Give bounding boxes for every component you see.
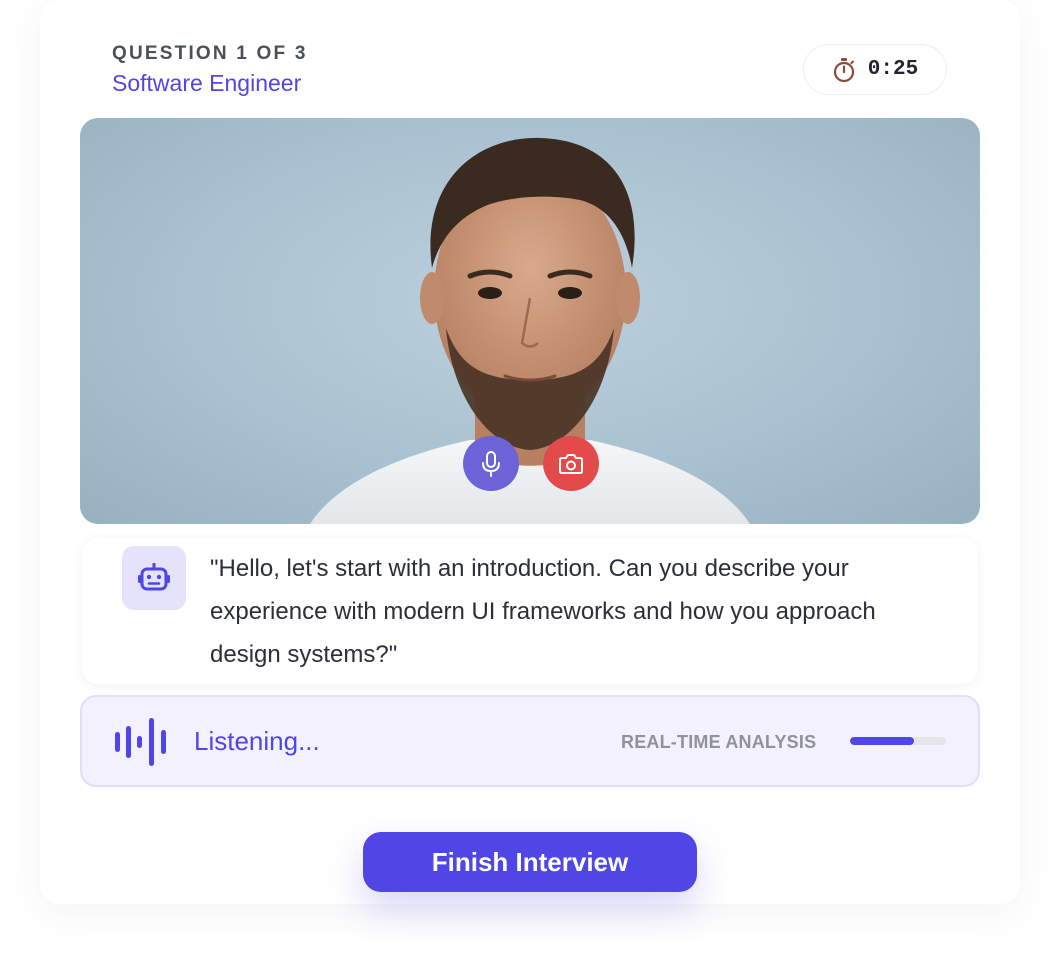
video-feed xyxy=(80,118,980,524)
sound-wave-icon xyxy=(115,718,166,766)
role-title: Software Engineer xyxy=(112,70,302,96)
analysis-label: REAL-TIME ANALYSIS xyxy=(621,732,817,752)
robot-icon xyxy=(138,563,170,591)
stopwatch-icon xyxy=(833,57,854,82)
camera-button[interactable] xyxy=(543,436,599,491)
listening-status: Listening... xyxy=(194,726,320,756)
microphone-icon xyxy=(482,450,500,477)
question-text: "Hello, let's start with an introduction… xyxy=(210,555,876,668)
timer-value: 0:25 xyxy=(867,58,919,81)
timer-badge: 0:25 xyxy=(803,44,947,95)
analysis-progress-fill xyxy=(850,737,915,745)
candidate-video-image xyxy=(310,137,750,524)
question-progress: QUESTION 1 OF 3 xyxy=(112,43,308,64)
mic-button[interactable] xyxy=(463,436,519,491)
ai-avatar xyxy=(122,546,186,610)
camera-icon xyxy=(559,453,583,474)
finish-interview-button[interactable]: Finish Interview xyxy=(363,832,697,892)
analysis-progress-bar xyxy=(850,737,946,745)
